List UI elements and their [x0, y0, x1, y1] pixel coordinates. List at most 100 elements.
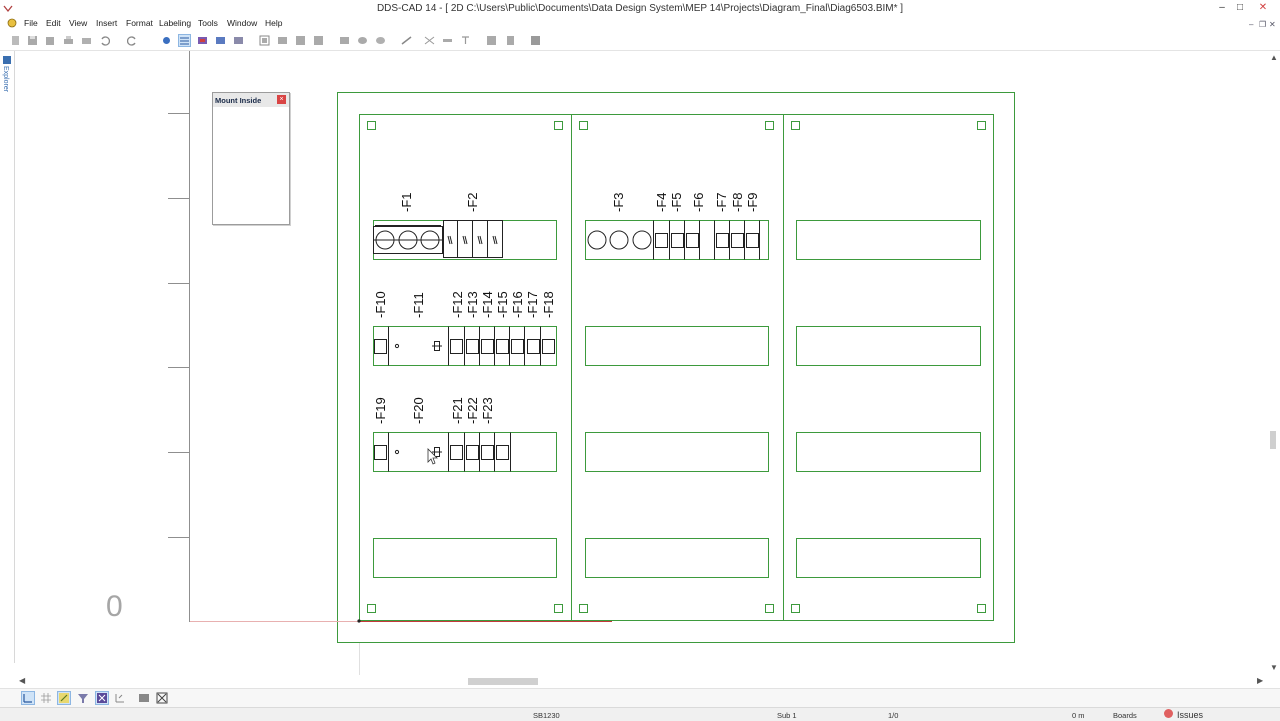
- corner-marker[interactable]: [977, 121, 986, 130]
- corner-marker[interactable]: [579, 121, 588, 130]
- issues-icon[interactable]: [1164, 709, 1173, 718]
- corner-marker[interactable]: [977, 604, 986, 613]
- component-label: -F5: [669, 193, 684, 213]
- corner-marker[interactable]: [367, 121, 376, 130]
- horizontal-scrollbar[interactable]: ◀ ▶: [15, 675, 1267, 688]
- corner-marker[interactable]: [791, 604, 800, 613]
- component-label-row: -F10 -F11 -F12 -F13 -F14 -F15 -F16 -F17 -F18: [373, 291, 556, 318]
- breaker-box[interactable]: [671, 233, 684, 248]
- component-label: -F18: [541, 291, 556, 318]
- mirror-icon[interactable]: [95, 691, 109, 705]
- din-rail[interactable]: [796, 220, 981, 260]
- component-label: -F19: [373, 397, 388, 424]
- board-inner-frame[interactable]: [359, 114, 994, 621]
- breaker-box[interactable]: [511, 339, 524, 354]
- indicator-dot: [394, 343, 400, 349]
- corner-marker[interactable]: [554, 121, 563, 130]
- component-label: -F11: [411, 292, 426, 318]
- breaker-box[interactable]: [466, 445, 479, 460]
- status-bar: SB1230 Sub 1 1/0 0 m Boards Issues: [0, 707, 1280, 721]
- din-rail[interactable]: [585, 432, 769, 472]
- snap-grid-icon[interactable]: [57, 691, 71, 705]
- breaker-box[interactable]: [655, 233, 668, 248]
- vertical-scroll-thumb[interactable]: [1270, 431, 1276, 449]
- layer-filter-icon[interactable]: [77, 692, 89, 704]
- component-label: -F6: [691, 193, 706, 213]
- breaker-box[interactable]: [496, 445, 509, 460]
- breaker-box[interactable]: [746, 233, 759, 248]
- din-rail[interactable]: [373, 538, 557, 578]
- component-label-row: -F19 -F20 -F21 -F22 -F23: [373, 397, 495, 424]
- corner-marker[interactable]: [579, 604, 588, 613]
- breaker-box[interactable]: [450, 445, 463, 460]
- corner-marker[interactable]: [367, 604, 376, 613]
- fuse-symbol: [447, 235, 453, 245]
- boards-tab[interactable]: Boards: [1113, 711, 1137, 720]
- scroll-right-arrow-icon[interactable]: ▶: [1257, 676, 1263, 685]
- component-label: -F21: [450, 397, 465, 424]
- breaker-box[interactable]: [374, 445, 387, 460]
- status-fraction: 1/0: [888, 711, 899, 720]
- switchboard-drawing: -F1 -F2 -F3 -F4 -F5 -F6 -F7 -F8 -F9 -F10 -F11 -F12…: [190, 92, 1015, 675]
- indicator-dot: [394, 449, 400, 455]
- breaker-box[interactable]: [450, 339, 463, 354]
- component-label: -F16: [510, 291, 525, 318]
- corner-marker[interactable]: [765, 604, 774, 613]
- component-label: -F15: [495, 291, 510, 318]
- breaker-box[interactable]: [466, 339, 479, 354]
- vertical-scrollbar[interactable]: ▲ ▼: [1267, 51, 1280, 675]
- corner-marker[interactable]: [791, 121, 800, 130]
- ortho-mode-icon[interactable]: [21, 691, 35, 705]
- status-code: SB1230: [533, 711, 560, 720]
- coordinates-icon[interactable]: [114, 692, 126, 704]
- breaker-box[interactable]: [527, 339, 540, 354]
- component-label: -F13: [465, 291, 480, 318]
- tablet-icon[interactable]: [138, 692, 150, 704]
- scroll-left-arrow-icon[interactable]: ◀: [19, 676, 25, 685]
- din-rail[interactable]: [585, 326, 769, 366]
- status-distance: 0 m: [1072, 711, 1085, 720]
- din-rail[interactable]: [796, 326, 981, 366]
- component-label: -F20: [411, 397, 426, 424]
- issues-tab[interactable]: Issues: [1177, 710, 1203, 720]
- corner-marker[interactable]: [765, 121, 774, 130]
- scroll-up-arrow-icon[interactable]: ▲: [1270, 53, 1278, 62]
- din-rail[interactable]: [796, 538, 981, 578]
- component-label: -F2: [465, 193, 480, 213]
- din-rail[interactable]: [585, 220, 769, 260]
- din-rail[interactable]: [585, 538, 769, 578]
- origin-point[interactable]: [357, 619, 361, 623]
- f3-pole-circle: [587, 230, 607, 250]
- grid-icon[interactable]: [40, 692, 52, 704]
- scroll-down-arrow-icon[interactable]: ▼: [1270, 663, 1278, 672]
- component-label: -F9: [745, 193, 760, 213]
- mouse-cursor-icon: [427, 448, 438, 465]
- component-label: -F12: [450, 291, 465, 318]
- breaker-box[interactable]: [496, 339, 509, 354]
- breaker-box[interactable]: [716, 233, 729, 248]
- board-outer-frame[interactable]: [337, 92, 1015, 643]
- component-label: -F1: [399, 193, 414, 213]
- breaker-box[interactable]: [731, 233, 744, 248]
- f3-pole-circle: [609, 230, 629, 250]
- breaker-box[interactable]: [374, 339, 387, 354]
- breaker-box[interactable]: [481, 339, 494, 354]
- component-label: -F17: [525, 291, 540, 318]
- breaker-box[interactable]: [481, 445, 494, 460]
- component-label: -F4: [654, 193, 669, 213]
- breaker-box[interactable]: [542, 339, 555, 354]
- component-label-row: -F1 -F2 -F3 -F4 -F5 -F6 -F7 -F8 -F9: [399, 193, 760, 213]
- component-label: -F23: [480, 397, 495, 424]
- component-label: -F10: [373, 291, 388, 318]
- fuse-symbol: [477, 235, 483, 245]
- breaker-box[interactable]: [686, 233, 699, 248]
- horizontal-scroll-thumb[interactable]: [468, 678, 538, 685]
- crossing-icon[interactable]: [156, 692, 168, 704]
- component-label: -F8: [730, 193, 745, 213]
- component-f2-slot[interactable]: [457, 220, 473, 258]
- din-rail[interactable]: [796, 432, 981, 472]
- corner-marker[interactable]: [554, 604, 563, 613]
- component-label: -F3: [611, 193, 626, 213]
- component-f2-slot[interactable]: [472, 220, 488, 258]
- component-f2-slot[interactable]: [487, 220, 503, 258]
